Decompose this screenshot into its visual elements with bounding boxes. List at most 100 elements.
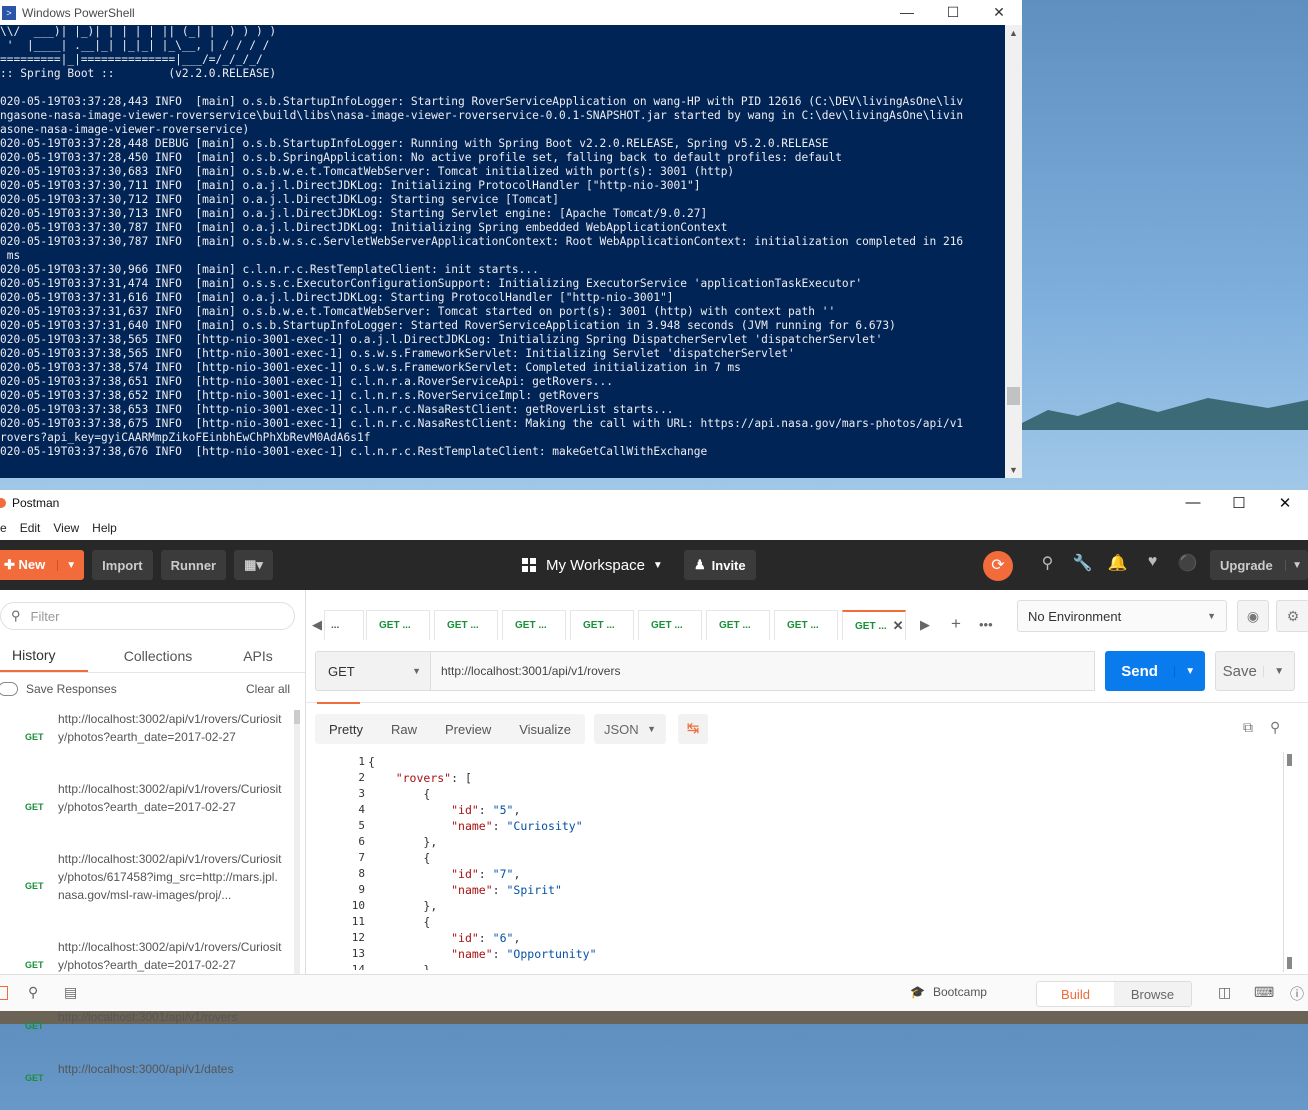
scrollbar-thumb[interactable] [1287,957,1292,969]
interceptor-icon[interactable]: ⚲ [1030,553,1065,573]
gear-icon[interactable]: ⚙ [1276,600,1308,632]
browse-button[interactable]: Browse [1114,982,1191,1006]
url-input[interactable]: http://localhost:3001/api/v1/rovers [430,651,1095,691]
menu-edit[interactable]: Edit [20,521,41,535]
two-pane-view-icon[interactable]: ◫ [1218,984,1231,1001]
filter-input[interactable]: ⚲ Filter [0,602,295,630]
tab-raw[interactable]: Raw [377,714,431,744]
history-item[interactable]: GET http://localhost:3002/api/v1/rovers/C… [0,708,290,766]
history-item[interactable]: GET http://localhost:3002/api/v1/rovers/C… [0,778,290,836]
url-text: http://localhost:3001/api/v1/rovers [441,664,621,678]
clear-all-button[interactable]: Clear all [246,682,290,696]
history-item[interactable]: GET http://localhost:3002/api/v1/rovers/C… [0,848,290,924]
menu-file[interactable]: e [0,521,7,535]
format-select[interactable]: JSON ▼ [594,714,666,744]
workspace-selector[interactable]: My Workspace ▼ [522,550,663,580]
code-tail: } [423,963,431,970]
menu-view[interactable]: View [53,521,79,535]
line-number: 10 [351,899,365,912]
request-tab[interactable]: ... [324,610,364,640]
tabs-left-arrow-icon[interactable]: ◀ [312,617,322,633]
console-output[interactable]: \\/ ___)| |_)| | | | | || (_| | ) ) ) ) … [0,25,1005,478]
import-button[interactable]: Import [92,550,153,580]
chevron-down-icon[interactable]: ▼ [1263,665,1294,677]
copy-icon[interactable]: ⧉ [1243,719,1253,736]
request-tab[interactable]: GET ... [434,610,498,640]
maximize-button[interactable]: ☐ [1216,494,1262,512]
history-item[interactable]: GET http://localhost:3000/api/v1/dates [0,1058,290,1098]
chevron-down-icon[interactable]: ▼ [1285,559,1308,571]
console-text: \\/ ___)| |_)| | | | | || (_| | ) ) ) ) … [0,25,1005,459]
history-item[interactable]: GET http://localhost:3001/api/v1/rovers [0,1006,290,1046]
heart-icon[interactable]: ♥ [1135,553,1170,573]
wrench-icon[interactable]: 🔧 [1065,553,1100,573]
save-responses-toggle[interactable] [0,682,18,696]
build-browse-toggle: Build Browse [1036,981,1192,1007]
scrollbar-thumb[interactable] [1007,387,1020,405]
save-button[interactable]: Save ▼ [1215,651,1295,691]
response-body-editor[interactable]: 1 2 3 4 5 6 7 8 9 10 11 12 13 14 { "rovers": [ { "id"… [315,754,1295,970]
environment-selector[interactable]: No Environment ▼ [1017,600,1227,632]
tabs-right-arrow-icon[interactable]: ▶ [920,617,930,633]
console-line: \\/ ___)| |_)| | | | | || (_| | ) ) ) ) [0,25,277,38]
invite-button[interactable]: ♟ Invite [684,550,756,580]
method-label: GET [328,663,355,679]
new-button[interactable]: ✚ New ▼ [0,550,85,580]
tab-collections[interactable]: Collections [88,640,228,672]
tab-history[interactable]: History [0,640,88,672]
build-button[interactable]: Build [1037,982,1114,1006]
console-line: 020-05-19T03:37:28,450 INFO [main] o.s.b… [0,151,842,164]
request-tab[interactable]: GET ... [774,610,838,640]
editor-scrollbar[interactable] [1283,752,1296,972]
request-tab[interactable]: GET ... [366,610,430,640]
scroll-down-arrow-icon[interactable]: ▼ [1005,465,1022,475]
bell-icon[interactable]: 🔔 [1100,553,1135,573]
runner-button[interactable]: Runner [160,550,227,580]
avatar[interactable]: ⚫ [1170,553,1205,573]
sync-icon[interactable]: ⟳ [983,551,1013,581]
line-number: 2 [358,771,365,784]
minimize-button[interactable]: — [1170,494,1216,512]
code-sep: : [492,883,507,897]
invite-label: Invite [711,557,746,573]
minimize-button[interactable]: — [884,4,930,21]
wrap-lines-icon[interactable]: ↹ [678,714,708,744]
scroll-up-arrow-icon[interactable]: ▲ [1005,28,1022,38]
send-button[interactable]: Send ▼ [1105,651,1205,691]
request-tab[interactable]: GET ... [570,610,634,640]
scrollbar-thumb[interactable] [294,710,300,724]
tab-apis[interactable]: APIs [228,640,288,672]
close-button[interactable]: ✕ [976,4,1022,21]
tab-preview[interactable]: Preview [431,714,505,744]
history-method-badge: GET [25,732,44,742]
method-select[interactable]: GET ▼ [315,651,432,691]
tab-pretty[interactable]: Pretty [315,714,377,744]
sidebar-scrollbar[interactable] [294,710,300,978]
bootcamp-button[interactable]: 🎓 Bootcamp [910,985,987,999]
request-tab[interactable]: GET ... ✕ [842,610,906,640]
close-tab-icon[interactable]: ✕ [893,618,904,634]
sidebar-toggle-icon[interactable] [0,986,8,1000]
console-icon[interactable]: ▤ [64,984,77,1001]
new-dropdown-arrow-icon[interactable]: ▼ [57,559,84,571]
menu-help[interactable]: Help [92,521,117,535]
upgrade-button[interactable]: Upgrade ▼ [1210,550,1308,580]
scrollbar-thumb[interactable] [1287,754,1292,766]
request-tab[interactable]: GET ... [502,610,566,640]
close-button[interactable]: ✕ [1262,494,1308,512]
request-tab[interactable]: GET ... [638,610,702,640]
keyboard-shortcuts-icon[interactable]: ⌨ [1254,984,1274,1001]
search-icon[interactable]: ⚲ [1270,719,1280,736]
eye-icon[interactable]: ◉ [1237,600,1269,632]
tab-visualize[interactable]: Visualize [505,714,585,744]
help-icon[interactable]: ⓘ [1290,984,1304,1004]
console-scrollbar[interactable]: ▲ ▼ [1005,25,1022,478]
new-window-button[interactable]: ▦▾ [234,550,273,580]
add-tab-icon[interactable]: + [951,614,961,634]
find-icon[interactable]: ⚲ [28,984,38,1001]
more-tabs-icon[interactable]: ••• [979,617,993,632]
chevron-down-icon[interactable]: ▼ [1174,665,1205,677]
maximize-button[interactable]: ☐ [930,4,976,21]
request-tab[interactable]: GET ... [706,610,770,640]
